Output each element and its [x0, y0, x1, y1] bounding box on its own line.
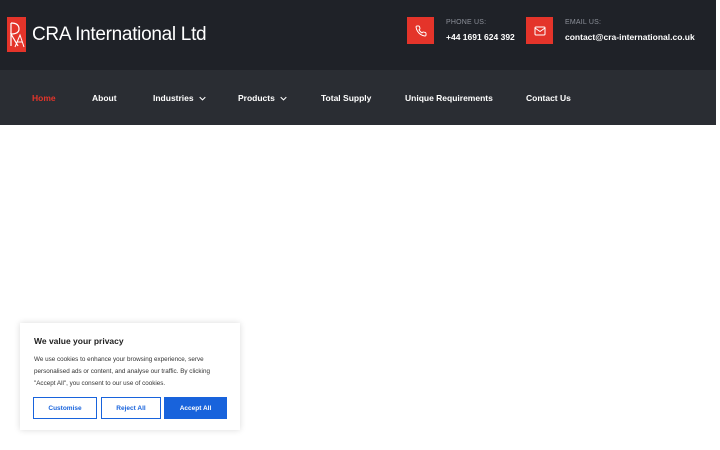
cookie-consent-banner: We value your privacy We use cookies to …: [20, 323, 240, 430]
nav-item-about[interactable]: About: [92, 93, 117, 103]
main-navigation: Home About Industries Products Total Sup…: [0, 70, 716, 125]
nav-item-contact-us[interactable]: Contact Us: [526, 93, 571, 103]
site-logo[interactable]: CRA International Ltd: [7, 17, 207, 52]
top-header-bar: CRA International Ltd PHONE US: +44 1691…: [0, 0, 716, 70]
nav-item-home[interactable]: Home: [32, 93, 56, 103]
nav-item-total-supply[interactable]: Total Supply: [321, 93, 371, 103]
envelope-icon: [526, 17, 553, 44]
email-label: EMAIL US:: [565, 19, 602, 26]
nav-item-industries[interactable]: Industries: [153, 93, 206, 103]
nav-item-label: Industries: [153, 93, 194, 103]
nav-item-label: Home: [32, 93, 56, 103]
cookie-banner-title: We value your privacy: [34, 336, 124, 346]
nav-item-unique-requirements[interactable]: Unique Requirements: [405, 93, 493, 103]
cookie-banner-text: We use cookies to enhance your browsing …: [34, 356, 210, 387]
nav-item-label: Products: [238, 93, 275, 103]
nav-item-label: Unique Requirements: [405, 93, 493, 103]
nav-item-label: About: [92, 93, 117, 103]
nav-item-label: Total Supply: [321, 93, 372, 103]
accept-all-button[interactable]: Accept All: [164, 397, 227, 419]
chevron-down-icon: [280, 96, 287, 101]
phone-label: PHONE US:: [446, 19, 487, 26]
phone-icon: [407, 17, 434, 44]
logo-text: CRA International Ltd: [32, 23, 207, 45]
nav-item-label: Contact Us: [526, 93, 571, 103]
reject-all-button[interactable]: Reject All: [101, 397, 161, 419]
phone-contact[interactable]: PHONE US: +44 1691 624 392: [407, 17, 515, 44]
nav-item-products[interactable]: Products: [238, 93, 287, 103]
logo-mark-icon: [7, 17, 26, 52]
phone-number-link[interactable]: +44 1691 624 392: [446, 32, 515, 42]
chevron-down-icon: [198, 96, 206, 101]
customise-button[interactable]: Customise: [33, 397, 97, 419]
email-address-link[interactable]: contact@cra-international.co.uk: [565, 32, 695, 42]
email-contact[interactable]: EMAIL US: contact@cra-international.co.u…: [526, 17, 695, 44]
